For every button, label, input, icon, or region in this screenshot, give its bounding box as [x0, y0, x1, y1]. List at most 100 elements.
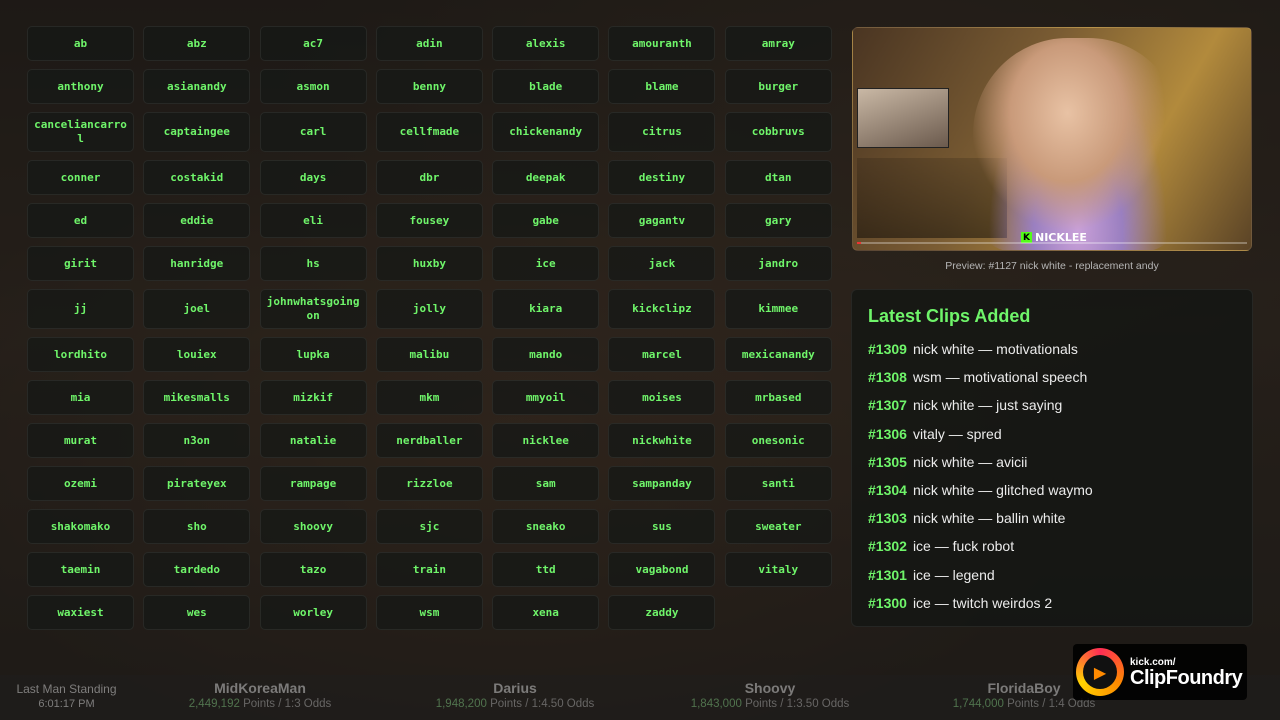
streamer-tag-button[interactable]: sus — [608, 509, 716, 544]
streamer-tag-button[interactable]: ttd — [492, 552, 600, 587]
streamer-tag-button[interactable]: santi — [724, 466, 832, 501]
streamer-tag-button[interactable]: girit — [27, 246, 134, 281]
streamer-tag-button[interactable]: louiex — [143, 337, 251, 372]
streamer-tag-button[interactable]: kimmee — [724, 289, 832, 329]
streamer-tag-button[interactable]: nicklee — [492, 423, 600, 458]
streamer-tag-button[interactable]: gagantv — [608, 203, 716, 238]
streamer-tag-button[interactable]: carl — [259, 112, 367, 152]
streamer-tag-button[interactable]: hs — [259, 246, 367, 281]
streamer-tag-button[interactable]: mia — [27, 380, 134, 415]
streamer-tag-button[interactable]: rampage — [259, 466, 367, 501]
streamer-tag-button[interactable]: dbr — [375, 160, 483, 195]
streamer-tag-button[interactable]: abz — [143, 26, 251, 61]
streamer-tag-button[interactable]: destiny — [608, 160, 716, 195]
streamer-tag-button[interactable]: blame — [608, 69, 716, 104]
clip-list-item[interactable]: #1308 wsm — motivational speech — [868, 363, 1236, 391]
streamer-tag-button[interactable]: wes — [143, 595, 251, 630]
streamer-tag-button[interactable]: mando — [492, 337, 600, 372]
streamer-tag-button[interactable]: xena — [492, 595, 600, 630]
streamer-tag-button[interactable]: lordhito — [27, 337, 134, 372]
streamer-tag-button[interactable]: benny — [375, 69, 483, 104]
streamer-tag-button[interactable]: ice — [492, 246, 600, 281]
streamer-tag-button[interactable]: mkm — [375, 380, 483, 415]
streamer-tag-button[interactable]: train — [375, 552, 483, 587]
clip-list-item[interactable]: #1305 nick white — avicii — [868, 448, 1236, 476]
streamer-tag-button[interactable]: sam — [492, 466, 600, 501]
streamer-tag-button[interactable]: johnwhatsgoingon — [259, 289, 367, 329]
streamer-tag-button[interactable]: fousey — [375, 203, 483, 238]
streamer-tag-button[interactable]: tardedo — [143, 552, 251, 587]
streamer-tag-button[interactable]: natalie — [259, 423, 367, 458]
streamer-tag-button[interactable]: days — [259, 160, 367, 195]
clip-list-item[interactable]: #1307 nick white — just saying — [868, 391, 1236, 419]
streamer-tag-button[interactable]: mrbased — [724, 380, 832, 415]
streamer-tag-button[interactable]: nickwhite — [608, 423, 716, 458]
streamer-tag-button[interactable]: burger — [724, 69, 832, 104]
streamer-tag-button[interactable]: gabe — [492, 203, 600, 238]
streamer-tag-button[interactable]: taemin — [27, 552, 134, 587]
streamer-tag-button[interactable]: sho — [143, 509, 251, 544]
streamer-tag-button[interactable]: ac7 — [259, 26, 367, 61]
streamer-tag-button[interactable]: sweater — [724, 509, 832, 544]
streamer-tag-button[interactable]: dtan — [724, 160, 832, 195]
streamer-tag-button[interactable]: eddie — [143, 203, 251, 238]
streamer-tag-button[interactable]: kiara — [492, 289, 600, 329]
streamer-tag-button[interactable]: moises — [608, 380, 716, 415]
streamer-tag-button[interactable]: ed — [27, 203, 134, 238]
streamer-tag-button[interactable]: jack — [608, 246, 716, 281]
streamer-tag-button[interactable]: n3on — [143, 423, 251, 458]
streamer-tag-button[interactable]: onesonic — [724, 423, 832, 458]
streamer-tag-button[interactable]: hanridge — [143, 246, 251, 281]
streamer-tag-button[interactable]: jandro — [724, 246, 832, 281]
streamer-tag-button[interactable]: deepak — [492, 160, 600, 195]
streamer-tag-button[interactable]: ozemi — [27, 466, 134, 501]
streamer-tag-button[interactable]: canceliancarrol — [27, 112, 134, 152]
preview-progress-bar[interactable] — [857, 242, 1247, 244]
streamer-tag-button[interactable]: jj — [27, 289, 134, 329]
streamer-tag-button[interactable]: rizzloe — [375, 466, 483, 501]
streamer-tag-button[interactable]: joel — [143, 289, 251, 329]
clip-preview-video[interactable]: K NICKLEE — [852, 27, 1252, 251]
streamer-tag-button[interactable]: tazo — [259, 552, 367, 587]
streamer-tag-button[interactable]: amouranth — [608, 26, 716, 61]
streamer-tag-button[interactable]: eli — [259, 203, 367, 238]
streamer-tag-button[interactable]: ab — [27, 26, 134, 61]
streamer-tag-button[interactable]: chickenandy — [492, 112, 600, 152]
streamer-tag-button[interactable]: sneako — [492, 509, 600, 544]
streamer-tag-button[interactable]: adin — [375, 26, 483, 61]
streamer-tag-button[interactable]: kickclipz — [608, 289, 716, 329]
streamer-tag-button[interactable]: wsm — [375, 595, 483, 630]
streamer-tag-button[interactable]: cobbruvs — [724, 112, 832, 152]
clip-list-item[interactable]: #1304 nick white — glitched waymo — [868, 476, 1236, 504]
clip-list-item[interactable]: #1309 nick white — motivationals — [868, 335, 1236, 363]
streamer-tag-button[interactable]: shakomako — [27, 509, 134, 544]
streamer-tag-button[interactable]: murat — [27, 423, 134, 458]
streamer-tag-button[interactable]: vagabond — [608, 552, 716, 587]
streamer-tag-button[interactable]: sjc — [375, 509, 483, 544]
clip-list-item[interactable]: #1303 nick white — ballin white — [868, 504, 1236, 532]
streamer-tag-button[interactable]: mizkif — [259, 380, 367, 415]
streamer-tag-button[interactable]: cellfmade — [375, 112, 483, 152]
streamer-tag-button[interactable]: worley — [259, 595, 367, 630]
streamer-tag-button[interactable]: mmyoil — [492, 380, 600, 415]
streamer-tag-button[interactable]: blade — [492, 69, 600, 104]
streamer-tag-button[interactable]: zaddy — [608, 595, 716, 630]
streamer-tag-button[interactable]: mexicanandy — [724, 337, 832, 372]
streamer-tag-button[interactable]: vitaly — [724, 552, 832, 587]
streamer-tag-button[interactable]: sampanday — [608, 466, 716, 501]
streamer-tag-button[interactable]: alexis — [492, 26, 600, 61]
streamer-tag-button[interactable]: asmon — [259, 69, 367, 104]
clip-list-item[interactable]: #1300 ice — twitch weirdos 2 — [868, 589, 1236, 617]
streamer-tag-button[interactable]: jolly — [375, 289, 483, 329]
streamer-tag-button[interactable]: waxiest — [27, 595, 134, 630]
streamer-tag-button[interactable]: huxby — [375, 246, 483, 281]
streamer-tag-button[interactable]: asianandy — [143, 69, 251, 104]
streamer-tag-button[interactable]: nerdballer — [375, 423, 483, 458]
streamer-tag-button[interactable]: marcel — [608, 337, 716, 372]
streamer-tag-button[interactable]: costakid — [143, 160, 251, 195]
clip-list-item[interactable]: #1301 ice — legend — [868, 561, 1236, 589]
streamer-tag-button[interactable]: anthony — [27, 69, 134, 104]
clip-list-item[interactable]: #1306 vitaly — spred — [868, 420, 1236, 448]
streamer-tag-button[interactable]: captaingee — [143, 112, 251, 152]
streamer-tag-button[interactable]: malibu — [375, 337, 483, 372]
